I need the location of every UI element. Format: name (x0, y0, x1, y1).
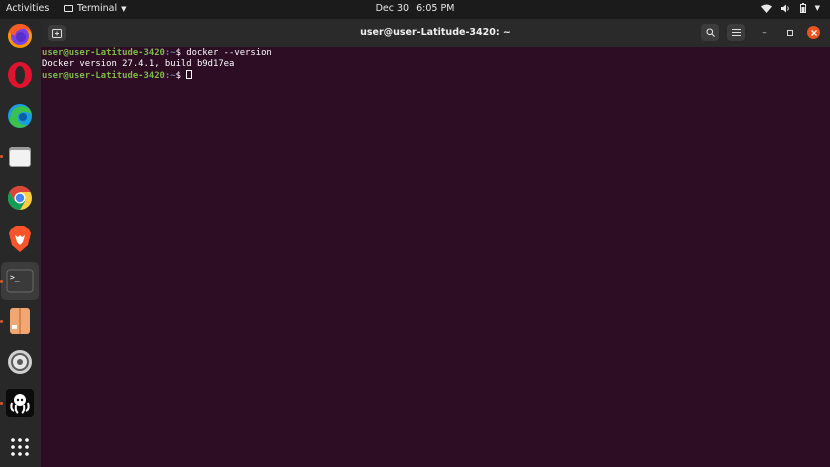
dock: >_ (0, 19, 41, 467)
clock[interactable]: Dec 30 6:05 PM (0, 3, 830, 14)
dock-item-files[interactable] (3, 140, 37, 174)
system-tray[interactable]: ▼ (760, 3, 820, 13)
prompt-symbol: $ (175, 71, 187, 81)
svg-text:>_: >_ (10, 273, 20, 282)
running-indicator (0, 280, 3, 283)
terminal-output[interactable]: user@user-Latitude-3420:~$ docker --vers… (42, 47, 818, 467)
battery-icon (799, 3, 806, 13)
kraken-icon (6, 389, 34, 417)
show-applications-button[interactable] (3, 430, 37, 464)
search-button[interactable] (701, 24, 719, 41)
minimize-icon: – (762, 27, 767, 38)
prompt-symbol: $ (175, 48, 187, 58)
dock-item-edge[interactable] (3, 99, 37, 133)
dock-item-firefox[interactable] (3, 19, 37, 53)
prompt-path: :~ (164, 48, 176, 58)
terminal-line: user@user-Latitude-3420:~$ (42, 70, 818, 81)
text-cursor (186, 70, 193, 79)
package-icon (10, 308, 30, 334)
wifi-icon (760, 4, 772, 13)
clock-date: Dec 30 (375, 3, 410, 14)
clock-time: 6:05 PM (416, 3, 455, 14)
chrome-icon (7, 186, 32, 210)
search-icon (705, 28, 715, 37)
scrollbar[interactable] (820, 47, 830, 467)
command-text: docker --version (186, 48, 272, 58)
terminal-window: user@user-Latitude-3420: ~ – user@user-L… (41, 19, 830, 467)
dock-item-chrome[interactable] (3, 181, 37, 215)
minimize-button[interactable]: – (758, 26, 771, 39)
firefox-icon (8, 24, 32, 48)
maximize-icon (786, 29, 793, 36)
running-indicator (0, 402, 3, 405)
volume-icon (780, 4, 789, 12)
dock-item-opera[interactable] (3, 58, 37, 92)
close-button[interactable] (807, 26, 820, 39)
hamburger-icon (731, 29, 741, 36)
folder-icon (9, 147, 31, 167)
dock-item-software[interactable] (3, 304, 37, 338)
top-bar: Activities Terminal ▼ Dec 30 6:05 PM ▼ (0, 0, 830, 19)
title-bar[interactable]: user@user-Latitude-3420: ~ – (41, 19, 830, 47)
menu-button[interactable] (727, 24, 745, 41)
prompt-user: user@user-Latitude-3420 (42, 71, 165, 81)
app-grid-icon (11, 438, 29, 456)
running-indicator (0, 320, 3, 323)
dock-item-terminal[interactable]: >_ (1, 262, 39, 300)
close-icon (810, 29, 817, 36)
terminal-icon: >_ (6, 269, 34, 293)
maximize-button[interactable] (783, 26, 796, 39)
dock-item-brave[interactable] (3, 222, 37, 256)
chevron-down-icon: ▼ (814, 4, 820, 12)
terminal-line: user@user-Latitude-3420:~$ docker --vers… (42, 48, 818, 59)
running-indicator (0, 155, 3, 158)
dock-item-settings[interactable] (3, 345, 37, 379)
edge-icon (8, 104, 32, 128)
gear-icon (8, 350, 32, 374)
terminal-line: Docker version 27.4.1, build b9d17ea (42, 59, 235, 69)
brave-icon (9, 226, 31, 252)
prompt-path: :~ (164, 71, 176, 81)
prompt-user: user@user-Latitude-3420 (42, 48, 165, 58)
opera-icon (8, 62, 32, 88)
dock-item-gitkraken[interactable] (3, 386, 37, 420)
